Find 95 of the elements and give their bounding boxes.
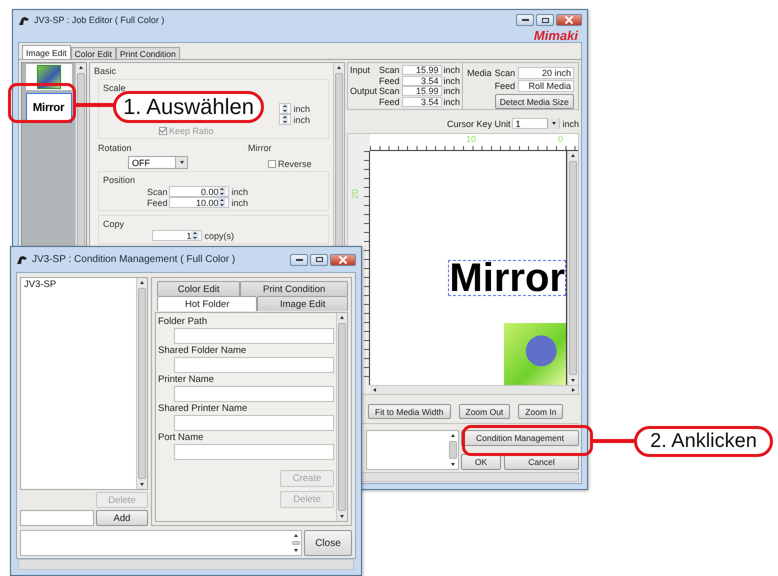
field-label: Feed: [379, 76, 400, 86]
field-label: Feed: [379, 96, 400, 107]
printer-figure-icon: [18, 14, 30, 26]
thumbnail-text: Mirror: [32, 102, 64, 114]
scrollbar[interactable]: [336, 313, 347, 521]
unit-label: inch: [231, 186, 248, 198]
section-title: Basic: [94, 65, 118, 77]
tab[interactable]: Color Edit: [157, 281, 240, 296]
cursor-unit-dropdown[interactable]: 1: [512, 118, 560, 129]
value-field: 3.54: [402, 96, 442, 107]
field-label: Shared Folder Name: [158, 344, 248, 357]
input-field[interactable]: [174, 328, 334, 344]
condition-management-button[interactable]: Condition Management: [461, 430, 579, 446]
field-label: Scan: [146, 186, 168, 198]
view-button[interactable]: Zoom Out: [458, 404, 510, 419]
unit-label: inch: [293, 114, 310, 126]
field-label: Mirror: [248, 142, 272, 154]
unit-label: inch: [293, 102, 310, 114]
detect-media-size-button[interactable]: Detect Media Size: [494, 94, 574, 109]
thumbnail[interactable]: Mirror: [26, 93, 72, 123]
input-field[interactable]: [174, 415, 334, 431]
view-button[interactable]: Zoom In: [518, 404, 564, 419]
unit-label: copy(s): [204, 230, 234, 242]
field-label: Cursor Key Unit: [446, 118, 510, 128]
field-label: Port Name: [158, 431, 204, 444]
value-field: 3.54: [402, 76, 442, 86]
group-label: Media: [467, 68, 492, 78]
group-label: Input: [350, 65, 372, 76]
ruler-label: 0: [558, 134, 564, 146]
tab[interactable]: Image Edit: [257, 296, 348, 311]
number-field[interactable]: 1: [152, 230, 202, 241]
field-label: Shared Printer Name: [158, 402, 248, 415]
tab[interactable]: Print Condition: [240, 281, 348, 296]
field-label: Folder Path: [158, 315, 208, 328]
horizontal-scrollbar[interactable]: [370, 385, 578, 394]
value-field: 20 inch: [518, 67, 574, 79]
unit-label: inch: [444, 96, 460, 107]
window-title: JV3-SP : Job Editor ( Full Color ): [34, 15, 166, 25]
scrollbar[interactable]: [291, 531, 301, 555]
unit-label: inch: [444, 76, 460, 86]
unit-label: inch: [444, 86, 460, 96]
tab[interactable]: Image Edit: [22, 45, 71, 59]
field-label: Feed: [494, 81, 516, 91]
close-button[interactable]: [330, 254, 356, 266]
maximize-button[interactable]: [310, 254, 328, 266]
field-label: Feed: [146, 196, 168, 208]
section-title: Copy: [103, 218, 126, 230]
field-label: Rotation: [98, 142, 133, 154]
close-button[interactable]: Close: [304, 530, 352, 556]
unit-label: inch: [444, 65, 460, 76]
window-title: JV3-SP : Condition Management ( Full Color ): [32, 254, 236, 265]
unit-label: inch: [562, 118, 579, 128]
callout-label: 2. Anklicken: [634, 426, 773, 457]
unit-label: inch: [231, 196, 248, 208]
field-label: Scan: [494, 68, 516, 78]
value-field: 15.99: [402, 65, 442, 76]
ruler-label: 10: [466, 134, 476, 146]
rotation-dropdown[interactable]: OFF: [128, 156, 188, 169]
field-label: Scan: [379, 65, 400, 76]
scrollbar[interactable]: [567, 151, 578, 385]
printer-figure-icon: [16, 254, 28, 265]
highlight-frame: [8, 83, 76, 123]
add-button[interactable]: Add: [96, 510, 148, 526]
view-button[interactable]: Fit to Media Width: [368, 404, 450, 419]
scale-spinner[interactable]: [279, 103, 292, 114]
photo-placeholder[interactable]: [504, 323, 566, 385]
ruler-label: 20: [350, 189, 360, 199]
input-field[interactable]: [174, 386, 334, 402]
value-field: 15.99: [402, 86, 442, 96]
field-label: Printer Name: [158, 373, 215, 386]
minimize-button[interactable]: [516, 14, 534, 26]
scrollbar[interactable]: [448, 431, 458, 469]
maximize-button[interactable]: [536, 14, 554, 26]
callout-label: 1. Auswählen: [113, 91, 264, 123]
tab[interactable]: Hot Folder: [157, 296, 258, 311]
tab[interactable]: Print Condition: [116, 47, 180, 59]
input-field[interactable]: [174, 444, 334, 460]
reverse-checkbox[interactable]: Reverse: [268, 159, 312, 169]
minimize-button[interactable]: [290, 254, 308, 266]
field-label: Scan: [379, 86, 400, 96]
scrollbar[interactable]: [136, 278, 147, 489]
group-label: Output: [350, 86, 378, 96]
input-field[interactable]: [20, 510, 94, 526]
value-field: Roll Media: [518, 80, 574, 92]
section-title: Scale: [103, 82, 127, 94]
mirror-text-object[interactable]: Mirror: [448, 260, 566, 296]
scale-spinner[interactable]: [279, 114, 292, 125]
logo: Mimaki: [534, 29, 578, 42]
tab[interactable]: Color Edit: [70, 47, 116, 59]
list-item[interactable]: JV3-SP: [23, 279, 134, 290]
number-field[interactable]: 10.00: [169, 197, 230, 208]
input-field[interactable]: [174, 357, 334, 373]
number-field[interactable]: 0.00: [169, 186, 230, 197]
section-title: Position: [103, 174, 136, 186]
close-button[interactable]: [556, 14, 582, 26]
